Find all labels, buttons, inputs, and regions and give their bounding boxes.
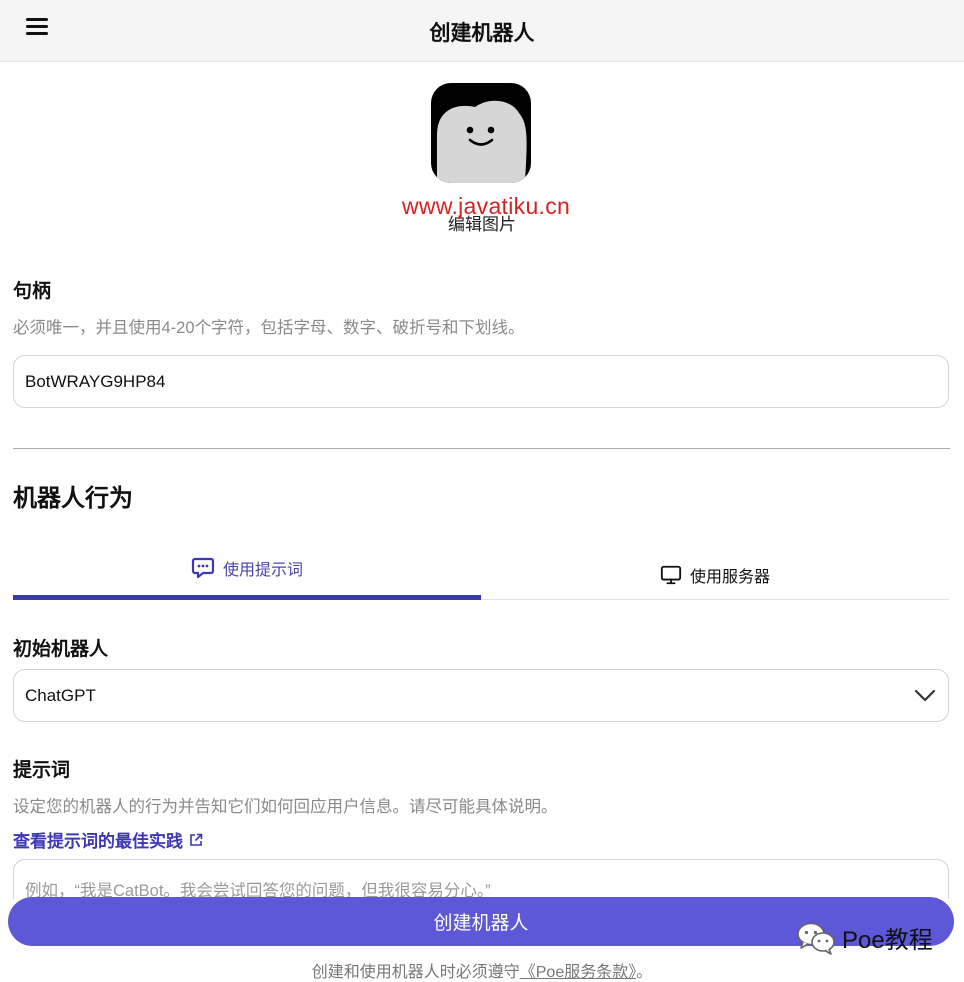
prompt-best-practices-link[interactable]: 查看提示词的最佳实践 [13, 827, 203, 852]
active-tab-indicator [13, 595, 481, 600]
handle-label: 句柄 [13, 281, 52, 302]
tab-use-prompt[interactable]: 使用提示词 [13, 545, 481, 600]
handle-input[interactable] [13, 355, 949, 408]
terms-suffix: 。 [636, 964, 653, 981]
bot-avatar[interactable] [431, 83, 531, 183]
chevron-down-icon [914, 689, 936, 702]
brand-text: Poe教程 [842, 927, 933, 954]
tab-use-prompt-label: 使用提示词 [222, 561, 303, 579]
monitor-icon [660, 565, 682, 584]
wechat-icon [797, 922, 835, 955]
watermark-text: www.javatiku.cn [402, 193, 571, 219]
base-bot-label: 初始机器人 [13, 639, 109, 660]
base-bot-select[interactable]: ChatGPT [13, 669, 949, 722]
prompt-helper-text: 设定您的机器人的行为并告知它们如何回应用户信息。请尽可能具体说明。 [13, 798, 558, 816]
prompt-placeholder-text: 例如，“我是CatBot。我会尝试回答您的问题，但我很容易分心。” [25, 882, 491, 899]
best-practices-label: 查看提示词的最佳实践 [13, 832, 183, 851]
terms-notice: 创建和使用机器人时必须遵守《Poe服务条款》。 [0, 958, 964, 982]
avatar-face-icon [431, 83, 531, 183]
tab-use-server[interactable]: 使用服务器 [481, 545, 949, 600]
terms-of-service-link[interactable]: 《Poe服务条款》 [520, 964, 636, 981]
tab-rule [481, 599, 949, 600]
page-title: 创建机器人 [429, 22, 535, 45]
base-bot-selected-value: ChatGPT [25, 686, 96, 705]
terms-prefix: 创建和使用机器人时必须遵守 [311, 964, 520, 981]
top-bar: 创建机器人 [0, 0, 964, 62]
external-link-icon [190, 833, 203, 846]
prompt-textarea[interactable]: 例如，“我是CatBot。我会尝试回答您的问题，但我很容易分心。” [13, 859, 949, 899]
handle-helper-text: 必须唯一，并且使用4-20个字符，包括字母、数字、破折号和下划线。 [13, 319, 525, 337]
section-divider [13, 448, 950, 449]
wechat-brand-watermark: Poe教程 [796, 920, 933, 955]
chat-bubble-icon [191, 557, 215, 578]
behavior-heading: 机器人行为 [13, 485, 133, 512]
tab-use-server-label: 使用服务器 [689, 568, 770, 586]
prompt-label: 提示词 [13, 760, 71, 781]
